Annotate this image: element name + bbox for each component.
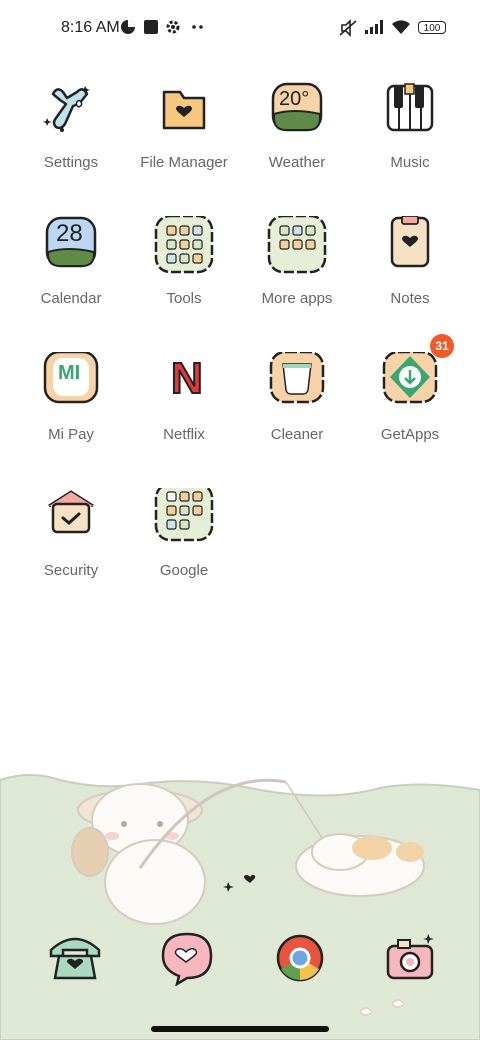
status-time: 8:16 AM (61, 19, 120, 36)
stop-icon (144, 20, 158, 34)
tools-folder-icon (154, 214, 214, 276)
app-weather[interactable]: 20° Weather (241, 80, 353, 171)
netflix-icon: N (154, 352, 214, 412)
mute-icon (339, 19, 357, 37)
dock-messaging[interactable] (157, 930, 217, 987)
app-file-manager[interactable]: File Manager (128, 80, 240, 171)
app-tools-folder[interactable]: Tools (128, 214, 240, 307)
gesture-navigation-bar[interactable] (151, 1026, 329, 1032)
mi-pay-logo-text: MI (58, 362, 81, 384)
chrome-icon (276, 934, 324, 982)
weather-icon: 20° (267, 80, 327, 140)
app-label: Weather (268, 154, 326, 171)
wrench-icon (41, 80, 101, 140)
weather-temperature: 20° (279, 88, 310, 110)
data-saver-icon (121, 20, 135, 34)
wifi-icon (392, 20, 410, 34)
mi-pay-icon: MI (41, 350, 101, 412)
battery-icon: 100 (418, 21, 446, 34)
calendar-icon: 28 (41, 216, 101, 276)
app-label: Security (43, 562, 99, 579)
netflix-logo: N (170, 353, 204, 404)
notes-icon (380, 215, 440, 276)
app-label: Music (390, 154, 430, 171)
signal-icon (365, 20, 383, 34)
app-getapps[interactable]: 31 GetApps (354, 334, 466, 443)
app-label: GetApps (380, 426, 440, 443)
app-label: Cleaner (270, 426, 324, 443)
app-label: More apps (261, 290, 333, 307)
app-label: Settings (43, 154, 99, 171)
messaging-icon (161, 932, 213, 987)
more-apps-folder-icon (267, 214, 327, 276)
more-dots-icon (192, 25, 203, 29)
app-label: Google (159, 562, 209, 579)
dock-phone[interactable] (45, 930, 105, 986)
notification-badge: 31 (430, 334, 454, 358)
app-netflix[interactable]: N Netflix (128, 352, 240, 443)
app-cleaner[interactable]: Cleaner (241, 350, 353, 443)
app-label: Mi Pay (48, 426, 94, 443)
app-more-apps-folder[interactable]: More apps (241, 214, 353, 307)
app-music[interactable]: Music (354, 80, 466, 171)
status-bar: 8:16 AM 100 (0, 0, 480, 56)
security-house-icon (41, 488, 101, 548)
app-label: File Manager (140, 154, 228, 171)
app-google-folder[interactable]: Google (128, 482, 240, 579)
app-calendar[interactable]: 28 Calendar (15, 216, 127, 307)
dock-camera[interactable] (380, 930, 440, 986)
app-mi-pay[interactable]: MI Mi Pay (15, 350, 127, 443)
app-label: Tools (166, 290, 202, 307)
camera-icon (386, 934, 434, 980)
app-label: Netflix (163, 426, 205, 443)
cleaner-icon (267, 350, 327, 412)
phone-icon (49, 937, 101, 980)
google-folder-icon (154, 482, 214, 548)
app-settings[interactable]: Settings (15, 80, 127, 171)
app-notes[interactable]: Notes (354, 215, 466, 307)
folder-icon (154, 80, 214, 140)
wallpaper-illustration (0, 720, 480, 1041)
app-security[interactable]: Security (15, 488, 127, 579)
dock-chrome[interactable] (270, 930, 330, 986)
gear-icon (166, 20, 180, 34)
calendar-date: 28 (56, 220, 83, 247)
piano-icon (380, 80, 440, 140)
app-label: Notes (390, 290, 430, 307)
app-label: Calendar (40, 290, 102, 307)
getapps-icon: 31 (380, 334, 454, 412)
